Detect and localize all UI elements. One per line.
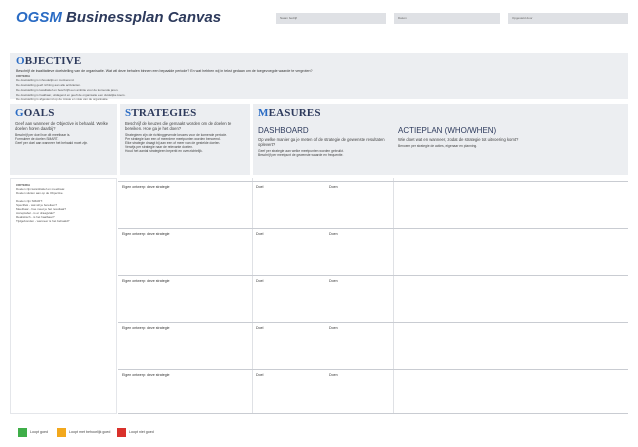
row-strategy[interactable]: Eigen ontwerp: deze strategie [122,185,170,189]
title-rest: Businessplan Canvas [61,9,222,26]
goals-section: GOALS Geef aan wanneer de Objective is b… [10,104,117,175]
row-dashboard[interactable]: Doel [256,279,263,283]
legend-label: Loopt met behoorlijk goed [69,430,111,434]
goals-input-area[interactable]: CRITERIA Doelen zijn kwantitatief en mee… [10,178,117,414]
dashboard-line: Beschrijf per meetpunt de gewenste waard… [258,153,344,158]
strategy-row[interactable]: Eigen ontwerp: deze strategie Doel Doen [118,369,628,414]
company-name-field[interactable]: Naam bedrijf [276,13,386,24]
legend-swatch-green [18,427,27,437]
strategy-row[interactable]: Eigen ontwerp: deze strategie Doel Doen [118,181,628,228]
strategy-row[interactable]: Eigen ontwerp: deze strategie Doel Doen [118,275,628,322]
strategies-line: Houd het aantal strategieen beperkt en o… [125,149,203,154]
dashboard-title: DASHBOARD [258,126,309,135]
objective-hint: De doelstelling is inhoudelijk en motive… [16,78,75,83]
objective-hint: De doelstelling is afgestemd op de missi… [16,97,109,102]
goals-rest-letters: OALS [23,107,55,119]
strategies-heading: STRATEGIES [125,108,245,119]
measures-first-letter: M [258,107,269,119]
meta-label-date: Datum [398,16,407,20]
meta-label-company: Naam bedrijf [280,16,298,20]
row-dashboard[interactable]: Doel [256,373,263,377]
row-strategy[interactable]: Eigen ontwerp: deze strategie [122,326,170,330]
meta-label-author: Opgesteld door [512,16,533,20]
legend-swatch-red [117,427,126,437]
row-actie[interactable]: Doen [329,279,338,283]
legend-label: Loopt goed [30,430,48,434]
legend-item-good: Loopt goed [18,427,48,437]
objective-section: OBJECTIVE Beschrijf de kwalitatieve doel… [10,53,628,102]
goals-line: Geef per doel aan wanneer het behaald mo… [15,141,89,146]
legend-swatch-orange [57,427,66,437]
strategy-row[interactable]: Eigen ontwerp: deze strategie Doel Doen [118,228,628,275]
strategies-section: STRATEGIES Beschrijf de keuzes die gemaa… [120,104,250,175]
row-strategy[interactable]: Eigen ontwerp: deze strategie [122,279,170,283]
legend-item-medium: Loopt met behoorlijk goed [57,427,110,437]
strategy-row[interactable]: Eigen ontwerp: deze strategie Doel Doen [118,322,628,369]
row-actie[interactable]: Doen [329,326,338,330]
legend-item-bad: Loopt niet goed [117,427,154,437]
strategies-subtitle: Beschrijf de keuzes die gemaakt worden o… [125,121,232,131]
date-field[interactable]: Datum [394,13,500,24]
objective-hint-label: CRITERIA [16,73,31,78]
row-actie[interactable]: Doen [329,232,338,236]
row-strategy[interactable]: Eigen ontwerp: deze strategie [122,373,170,377]
row-dashboard[interactable]: Doel [256,326,263,330]
measures-heading: MEASURES [258,108,623,119]
dashboard-subtitle: Op welke manier ga je meten of de strate… [258,137,385,147]
measures-section: MEASURES DASHBOARD Op welke manier ga je… [253,104,628,175]
strategies-rest-letters: TRATEGIES [131,107,197,119]
row-actie[interactable]: Doen [329,373,338,377]
goals-criteria-line: Tijdgebonden - wanneer is het behaald? [16,219,70,223]
actieplan-title: ACTIEPLAN (WHO/WHEN) [398,126,497,135]
objective-question: Beschrijf de kwalitatieve doelstelling v… [16,69,313,73]
dashboard-block: DASHBOARD Op welke manier ga je meten of… [258,126,386,157]
objective-heading: OBJECTIVE [16,56,622,67]
title-strong: OGSM [16,9,62,26]
row-dashboard[interactable]: Doel [256,185,263,189]
legend-label: Loopt niet goed [129,430,154,434]
goals-heading: GOALS [15,108,112,119]
actieplan-block: ACTIEPLAN (WHO/WHEN) Wie doet wat en wan… [398,126,623,148]
actieplan-subtitle: Wie doet wat en wanneer, zodat de strate… [398,137,519,142]
goals-subtitle: Geef aan wanneer de Objective is behaald… [15,121,109,131]
measures-rest-letters: EASURES [268,107,321,119]
row-strategy[interactable]: Eigen ontwerp: deze strategie [122,232,170,236]
actieplan-line: Benoem per strategie de acties, eigenaar… [398,144,478,148]
row-dashboard[interactable]: Doel [256,232,263,236]
author-field[interactable]: Opgesteld door [508,13,628,24]
objective-rest-letters: BJECTIVE [24,55,82,67]
objective-first-letter: O [16,55,25,67]
row-actie[interactable]: Doen [329,185,338,189]
page-title: OGSM Businessplan Canvas [16,9,221,26]
goals-first-letter: G [15,107,24,119]
